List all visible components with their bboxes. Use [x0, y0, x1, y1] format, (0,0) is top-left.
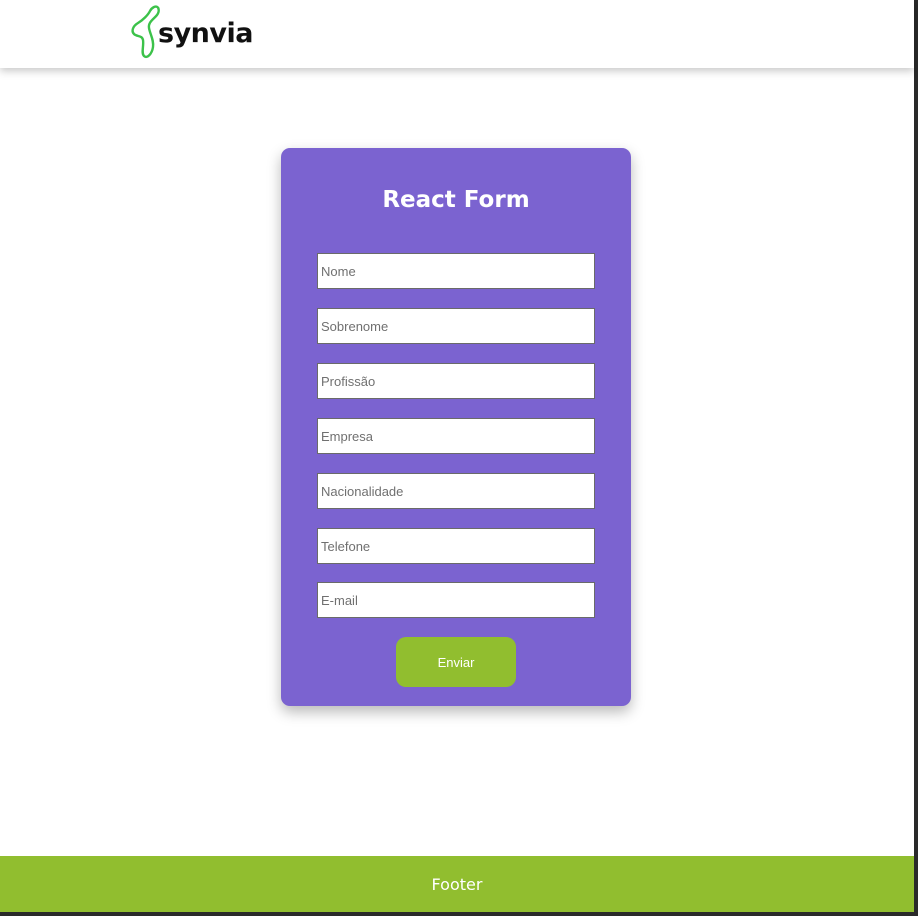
synvia-logo[interactable]: synvia	[130, 4, 253, 60]
logo-wordmark: synvia	[158, 17, 253, 49]
nome-input[interactable]	[317, 253, 595, 289]
email-input[interactable]	[317, 582, 595, 618]
top-header: synvia	[0, 0, 914, 68]
enviar-button[interactable]: Enviar	[396, 637, 516, 687]
window-right-edge	[914, 0, 918, 916]
form-title: React Form	[382, 187, 530, 213]
empresa-input[interactable]	[317, 418, 595, 454]
footer-label: Footer	[431, 874, 483, 894]
sobrenome-input[interactable]	[317, 308, 595, 344]
profissao-input[interactable]	[317, 363, 595, 399]
telefone-input[interactable]	[317, 528, 595, 564]
window-bottom-edge	[0, 912, 918, 916]
nacionalidade-input[interactable]	[317, 473, 595, 509]
page-footer: Footer	[0, 856, 914, 912]
